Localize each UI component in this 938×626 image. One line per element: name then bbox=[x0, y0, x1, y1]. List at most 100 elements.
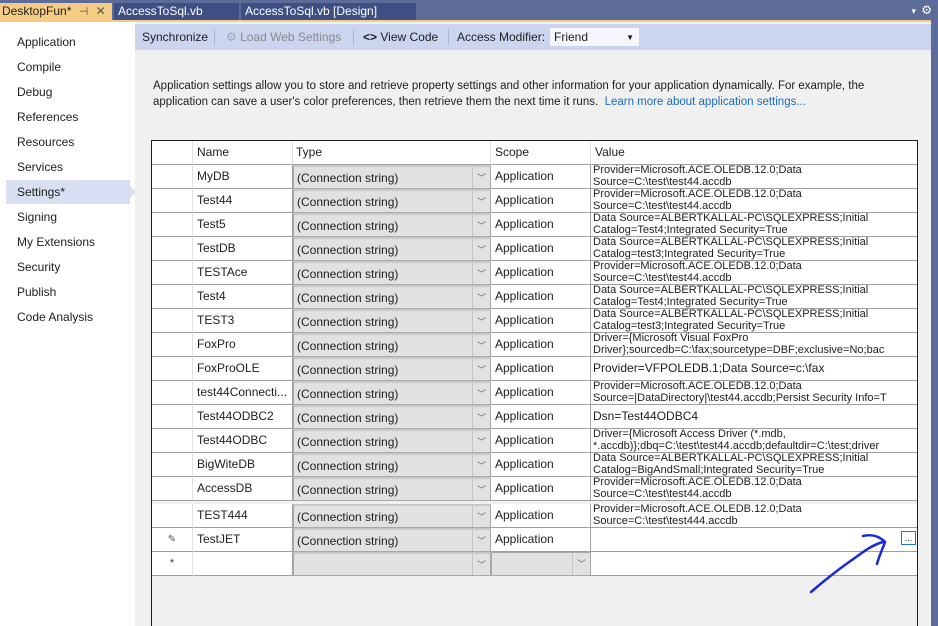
type-dropdown[interactable]: (Connection string) ﹀ bbox=[293, 237, 491, 261]
chevron-down-icon[interactable]: ﹀ bbox=[472, 530, 490, 551]
chevron-down-icon[interactable]: ﹀ bbox=[472, 311, 490, 332]
chevron-down-icon[interactable]: ﹀ bbox=[472, 479, 490, 500]
scope-cell[interactable]: Application bbox=[491, 381, 591, 405]
type-dropdown[interactable]: (Connection string) ﹀ bbox=[293, 261, 491, 285]
name-cell[interactable]: Test5 bbox=[193, 213, 293, 237]
type-dropdown[interactable]: (Connection string) ﹀ bbox=[293, 357, 491, 381]
chevron-down-icon[interactable]: ﹀ bbox=[472, 335, 490, 356]
chevron-down-icon[interactable]: ﹀ bbox=[472, 431, 490, 452]
chevron-down-icon[interactable]: ﹀ bbox=[472, 383, 490, 404]
row-header[interactable] bbox=[152, 405, 193, 429]
settings-row[interactable]: test44Connecti... (Connection string) ﹀ App… bbox=[152, 381, 917, 405]
row-header[interactable] bbox=[152, 477, 193, 501]
sidebar-item-resources[interactable]: Resources bbox=[6, 130, 130, 154]
access-modifier-select[interactable]: Friend ▼ bbox=[549, 27, 640, 47]
name-cell[interactable]: test44Connecti... bbox=[193, 381, 293, 405]
sidebar-item-code-analysis[interactable]: Code Analysis bbox=[6, 305, 130, 329]
close-icon[interactable]: ✕ bbox=[96, 3, 106, 20]
row-header[interactable] bbox=[152, 237, 193, 261]
settings-row[interactable]: TEST444 (Connection string) ﹀ Application Pr… bbox=[152, 504, 917, 528]
sidebar-item-settings[interactable]: Settings* bbox=[6, 180, 136, 204]
column-header-name[interactable]: Name bbox=[193, 141, 293, 165]
name-cell[interactable]: Test44 bbox=[193, 189, 293, 213]
chevron-down-icon[interactable]: ﹀ bbox=[472, 407, 490, 428]
pin-icon[interactable]: ⊣ bbox=[79, 4, 89, 21]
value-cell[interactable]: Provider=Microsoft.ACE.OLEDB.12.0;Data So… bbox=[591, 165, 917, 189]
scope-cell[interactable]: Application bbox=[491, 429, 591, 453]
name-cell[interactable]: Test44ODBC2 bbox=[193, 405, 293, 429]
name-cell[interactable]: TestJET bbox=[193, 528, 293, 552]
row-header[interactable] bbox=[152, 213, 193, 237]
tab-list-dropdown-icon[interactable]: ▾ bbox=[911, 6, 916, 17]
type-dropdown[interactable]: (Connection string) ﹀ bbox=[293, 504, 491, 528]
name-cell[interactable]: AccessDB bbox=[193, 477, 293, 501]
type-dropdown[interactable]: (Connection string) ﹀ bbox=[293, 213, 491, 237]
value-cell[interactable]: Data Source=ALBERTKALLAL-PC\SQLEXPRESS;I… bbox=[591, 285, 917, 309]
scope-cell[interactable]: Application bbox=[491, 309, 591, 333]
column-header-value[interactable]: Value bbox=[591, 141, 917, 165]
new-name-cell[interactable] bbox=[193, 552, 293, 576]
type-dropdown[interactable]: (Connection string) ﹀ bbox=[293, 528, 491, 552]
type-dropdown[interactable]: (Connection string) ﹀ bbox=[293, 165, 491, 189]
value-cell[interactable]: Provider=Microsoft.ACE.OLEDB.12.0;Data So… bbox=[591, 504, 917, 528]
row-header[interactable] bbox=[152, 429, 193, 453]
settings-row[interactable]: MyDB (Connection string) ﹀ Application Provi… bbox=[152, 165, 917, 189]
type-dropdown[interactable]: (Connection string) ﹀ bbox=[293, 189, 491, 213]
row-header[interactable] bbox=[152, 165, 193, 189]
row-header[interactable] bbox=[152, 381, 193, 405]
row-header[interactable] bbox=[152, 261, 193, 285]
name-cell[interactable]: TestDB bbox=[193, 237, 293, 261]
settings-row[interactable]: Test5 (Connection string) ﹀ Application Data… bbox=[152, 213, 917, 237]
value-cell[interactable]: Provider=Microsoft.ACE.OLEDB.12.0;Data So… bbox=[591, 261, 917, 285]
settings-row[interactable]: Test44ODBC (Connection string) ﹀ Applicatio… bbox=[152, 429, 917, 453]
settings-row[interactable]: TEST3 (Connection string) ﹀ Application Data… bbox=[152, 309, 917, 333]
gear-icon[interactable]: ⚙ bbox=[921, 3, 932, 17]
type-dropdown[interactable]: (Connection string) ﹀ bbox=[293, 429, 491, 453]
tab-accesstosql-design[interactable]: AccessToSql.vb [Design] bbox=[241, 3, 416, 20]
value-cell[interactable]: Provider=Microsoft.ACE.OLEDB.12.0;Data So… bbox=[591, 189, 917, 213]
sidebar-item-application[interactable]: Application bbox=[6, 30, 130, 54]
scope-cell[interactable]: Application bbox=[491, 333, 591, 357]
row-header[interactable] bbox=[152, 333, 193, 357]
sidebar-item-references[interactable]: References bbox=[6, 105, 130, 129]
name-cell[interactable]: FoxProOLE bbox=[193, 357, 293, 381]
chevron-down-icon[interactable]: ﹀ bbox=[472, 167, 490, 188]
scope-cell[interactable]: Application bbox=[491, 504, 591, 528]
learn-more-link[interactable]: Learn more about application settings... bbox=[605, 96, 806, 108]
view-code-button[interactable]: <> View Code bbox=[363, 24, 438, 50]
chevron-down-icon[interactable]: ﹀ bbox=[472, 263, 490, 284]
settings-row[interactable]: FoxProOLE (Connection string) ﹀ Application… bbox=[152, 357, 917, 381]
load-web-settings-button[interactable]: ⚙ Load Web Settings bbox=[226, 24, 341, 50]
type-dropdown[interactable]: (Connection string) ﹀ bbox=[293, 477, 491, 501]
settings-row[interactable]: TestDB (Connection string) ﹀ Application Dat… bbox=[152, 237, 917, 261]
type-dropdown[interactable]: (Connection string) ﹀ bbox=[293, 381, 491, 405]
chevron-down-icon[interactable]: ﹀ bbox=[472, 506, 490, 527]
name-cell[interactable]: BigWiteDB bbox=[193, 453, 293, 477]
settings-row[interactable]: Test4 (Connection string) ﹀ Application Data… bbox=[152, 285, 917, 309]
type-dropdown[interactable]: (Connection string) ﹀ bbox=[293, 333, 491, 357]
row-header[interactable] bbox=[152, 189, 193, 213]
chevron-down-icon[interactable]: ﹀ bbox=[572, 553, 590, 575]
name-cell[interactable]: TEST444 bbox=[193, 504, 293, 528]
column-header-type[interactable]: Type bbox=[293, 141, 491, 165]
name-cell[interactable]: TEST3 bbox=[193, 309, 293, 333]
new-settings-row[interactable]: * ﹀ ﹀ bbox=[152, 552, 917, 576]
row-header[interactable] bbox=[152, 453, 193, 477]
sidebar-item-publish[interactable]: Publish bbox=[6, 280, 130, 304]
scope-cell[interactable]: Application bbox=[491, 165, 591, 189]
chevron-down-icon[interactable]: ﹀ bbox=[472, 359, 490, 380]
settings-row[interactable]: FoxPro (Connection string) ﹀ Application Dri… bbox=[152, 333, 917, 357]
type-dropdown[interactable]: (Connection string) ﹀ bbox=[293, 285, 491, 309]
chevron-down-icon[interactable]: ﹀ bbox=[472, 554, 490, 575]
value-cell[interactable]: Driver={Microsoft Access Driver (*.mdb, *… bbox=[591, 429, 917, 453]
value-cell[interactable]: Provider=Microsoft.ACE.OLEDB.12.0;Data So… bbox=[591, 381, 917, 405]
type-dropdown[interactable]: (Connection string) ﹀ bbox=[293, 309, 491, 333]
ellipsis-button[interactable]: ... bbox=[901, 531, 916, 545]
sidebar-item-signing[interactable]: Signing bbox=[6, 205, 130, 229]
name-cell[interactable]: FoxPro bbox=[193, 333, 293, 357]
tab-accesstosql-vb[interactable]: AccessToSql.vb bbox=[114, 3, 239, 20]
new-type-dropdown[interactable]: ﹀ bbox=[293, 552, 491, 576]
value-cell[interactable]: Driver={Microsoft Visual FoxPro Driver};s… bbox=[591, 333, 917, 357]
sidebar-item-services[interactable]: Services bbox=[6, 155, 130, 179]
name-cell[interactable]: Test4 bbox=[193, 285, 293, 309]
